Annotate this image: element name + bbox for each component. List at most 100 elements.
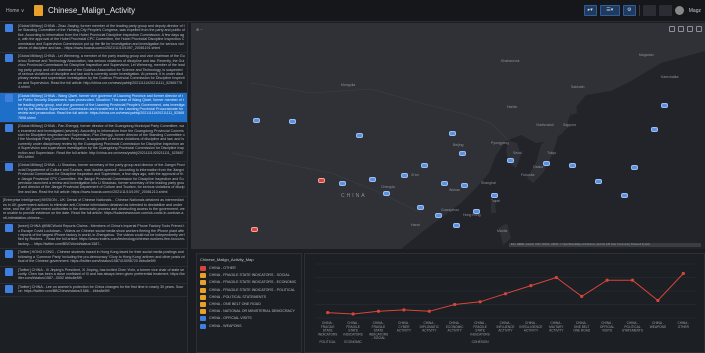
data-point[interactable]: [554, 275, 558, 280]
data-point[interactable]: [580, 294, 584, 298]
x-tick-label: CHINA -FRAGILE STATE INDICATORS - SOCIAL: [369, 321, 388, 340]
legend-item[interactable]: CHINA - OTHER: [197, 266, 301, 271]
layers-icon[interactable]: [678, 26, 684, 32]
search-icon[interactable]: [669, 26, 675, 32]
fullscreen-icon[interactable]: [696, 26, 702, 32]
map-marker[interactable]: [339, 181, 346, 186]
legend-item[interactable]: CHINA - FRAGILE STATE INDICATORS - SOCIA…: [197, 273, 301, 279]
line-chart: CHINA -FRAGILE STATE INDICATORS -POLITICAL C…: [315, 263, 696, 344]
share-button[interactable]: [642, 5, 656, 16]
legend-item[interactable]: CHINA - NATIONAL OR MINISTERIAL DEMOCRAC…: [197, 309, 301, 315]
map-marker[interactable]: [435, 213, 442, 218]
map-marker[interactable]: [661, 103, 668, 108]
map-label: Wuhan: [449, 188, 461, 192]
zoom-control[interactable]: ⊕ −: [196, 27, 203, 32]
map-marker[interactable]: [651, 127, 658, 132]
map-marker[interactable]: [569, 163, 576, 168]
list-item[interactable]: [Twitter] CHINA - Xi Jinping's President…: [0, 267, 187, 284]
data-point[interactable]: [630, 278, 635, 282]
map-marker-alert[interactable]: [251, 227, 258, 232]
map-marker[interactable]: [595, 179, 602, 184]
list-item[interactable]: [Twitter] CHINA - Lee on women's protect…: [0, 284, 187, 297]
map-marker[interactable]: [631, 165, 638, 170]
map-marker[interactable]: [621, 193, 628, 198]
map-marker[interactable]: [401, 173, 408, 178]
map-marker[interactable]: [453, 223, 460, 228]
chat-icon: [5, 93, 13, 102]
user-avatar[interactable]: [674, 6, 684, 15]
x-tick-label: CHINA -POLITICAL STATEMENTS: [622, 321, 643, 333]
x-tick-label: CHINA -FRAGILE STATE INDICATORS -COHESION: [470, 321, 489, 344]
x-tick-label: CHINA -ECONOMIC ACTIVITY: [446, 321, 464, 333]
map-marker[interactable]: [543, 161, 550, 166]
data-point[interactable]: [656, 298, 660, 303]
basemap-icon[interactable]: [687, 26, 693, 32]
list-item[interactable]: [Twitter] HONG KONG - Chinese students b…: [0, 249, 187, 267]
data-point[interactable]: [453, 302, 457, 307]
x-tick-label: CHINA -CYBER ACTIVITY: [397, 321, 412, 333]
activity-list[interactable]: [Global Military] CHINA - Zhao Jiaqing, …: [0, 23, 188, 353]
x-tick-label: CHINA -OTHER: [677, 321, 689, 329]
legend-swatch: [200, 294, 206, 300]
user-name[interactable]: Magz: [689, 8, 701, 14]
map-marker[interactable]: [449, 131, 456, 136]
legend-label: CHINA - NATIONAL OR MINISTERIAL DEMOCRAC…: [209, 309, 295, 314]
list-item-text: [Global Military] CHINA - Wang Qiwei, fo…: [18, 93, 185, 120]
data-point[interactable]: [503, 292, 508, 296]
map-marker[interactable]: [491, 193, 498, 198]
map-marker[interactable]: [507, 158, 514, 163]
list-item[interactable]: [Global Military] CHINA - Li Shaobao, fo…: [0, 162, 187, 198]
home-menu[interactable]: Home ∨: [6, 8, 34, 14]
chat-icon: [5, 267, 13, 276]
x-tick-label: CHINA -WEAPONS: [650, 321, 666, 329]
map-tools: [669, 26, 702, 32]
layout-button[interactable]: ▸▾: [583, 5, 597, 16]
legend-item[interactable]: CHINA - FRAGILE STATE INDICATORS - ECONO…: [197, 280, 301, 286]
map-view[interactable]: ⊕ − Mongolia Khabarovsk Sakhalin CHINA B…: [191, 23, 705, 249]
map-marker[interactable]: [459, 151, 466, 156]
apps-button[interactable]: [658, 5, 672, 16]
map-marker[interactable]: [289, 119, 296, 124]
map-marker[interactable]: [369, 177, 376, 182]
map-marker[interactable]: [441, 181, 448, 186]
data-point[interactable]: [402, 308, 406, 312]
list-item[interactable]: [Global Military] CHINA - Lei Weimeng, a…: [0, 53, 187, 93]
map-marker[interactable]: [356, 133, 363, 138]
top-bar: Home ∨ Chinese_Malign_Activity ▸▾ ☰▾ ⚙ M…: [0, 0, 705, 22]
legend-label: CHINA - OTHER: [209, 266, 236, 270]
list-item[interactable]: [Global Military] CHINA - Zhao Jiaqing, …: [0, 23, 187, 54]
map-marker[interactable]: [421, 163, 428, 168]
list-item[interactable]: [Global Military] CHINA - Pan Zhengqi, f…: [0, 123, 187, 163]
legend-label: CHINA - FRAGILE STATE INDICATORS - ECONO…: [209, 280, 297, 285]
map-marker[interactable]: [417, 205, 424, 210]
map-label: Shanghai: [481, 181, 496, 185]
map-label: Hanoi: [411, 223, 421, 227]
app-title: Chinese_Malign_Activity: [48, 6, 136, 15]
data-point[interactable]: [427, 309, 431, 313]
map-marker-alert[interactable]: [318, 178, 325, 183]
legend-item[interactable]: CHINA - WEAPONS: [197, 323, 301, 329]
data-point[interactable]: [529, 284, 533, 288]
legend-item[interactable]: CHINA - OFFICIAL VISITS: [197, 316, 301, 322]
map-marker[interactable]: [253, 118, 260, 123]
data-point[interactable]: [326, 311, 330, 315]
chat-icon: [5, 24, 13, 32]
data-point[interactable]: [605, 278, 609, 282]
legend-item[interactable]: CHINA - POLITICAL STATEMENTS: [197, 294, 301, 300]
list-item-selected[interactable]: [Global Military] CHINA - Wang Qiwei, fo…: [0, 92, 187, 124]
data-point[interactable]: [376, 309, 381, 313]
legend-item[interactable]: CHINA - ONE BELT ONE ROAD: [197, 302, 301, 308]
data-point[interactable]: [478, 300, 482, 304]
data-point[interactable]: [681, 271, 685, 276]
data-point[interactable]: [351, 312, 355, 316]
list-item-text: [Global Military] CHINA - Pan Zhengqi, f…: [18, 124, 185, 159]
map-marker[interactable]: [473, 209, 480, 214]
legend-item[interactable]: CHINA - FRAGILE STATE INDICATORS - POLIT…: [197, 287, 301, 293]
map-marker[interactable]: [461, 183, 468, 188]
list-item[interactable]: [Enterprise Intelligence] MISSION - UK: …: [0, 197, 187, 224]
list-item[interactable]: [tweet] CHINA @BBCWorld Reports Claims -…: [0, 223, 187, 250]
chat-icon: [5, 163, 13, 172]
map-marker[interactable]: [383, 191, 390, 196]
list-view-button[interactable]: ☰▾: [599, 5, 620, 16]
settings-button[interactable]: ⚙: [622, 5, 636, 16]
